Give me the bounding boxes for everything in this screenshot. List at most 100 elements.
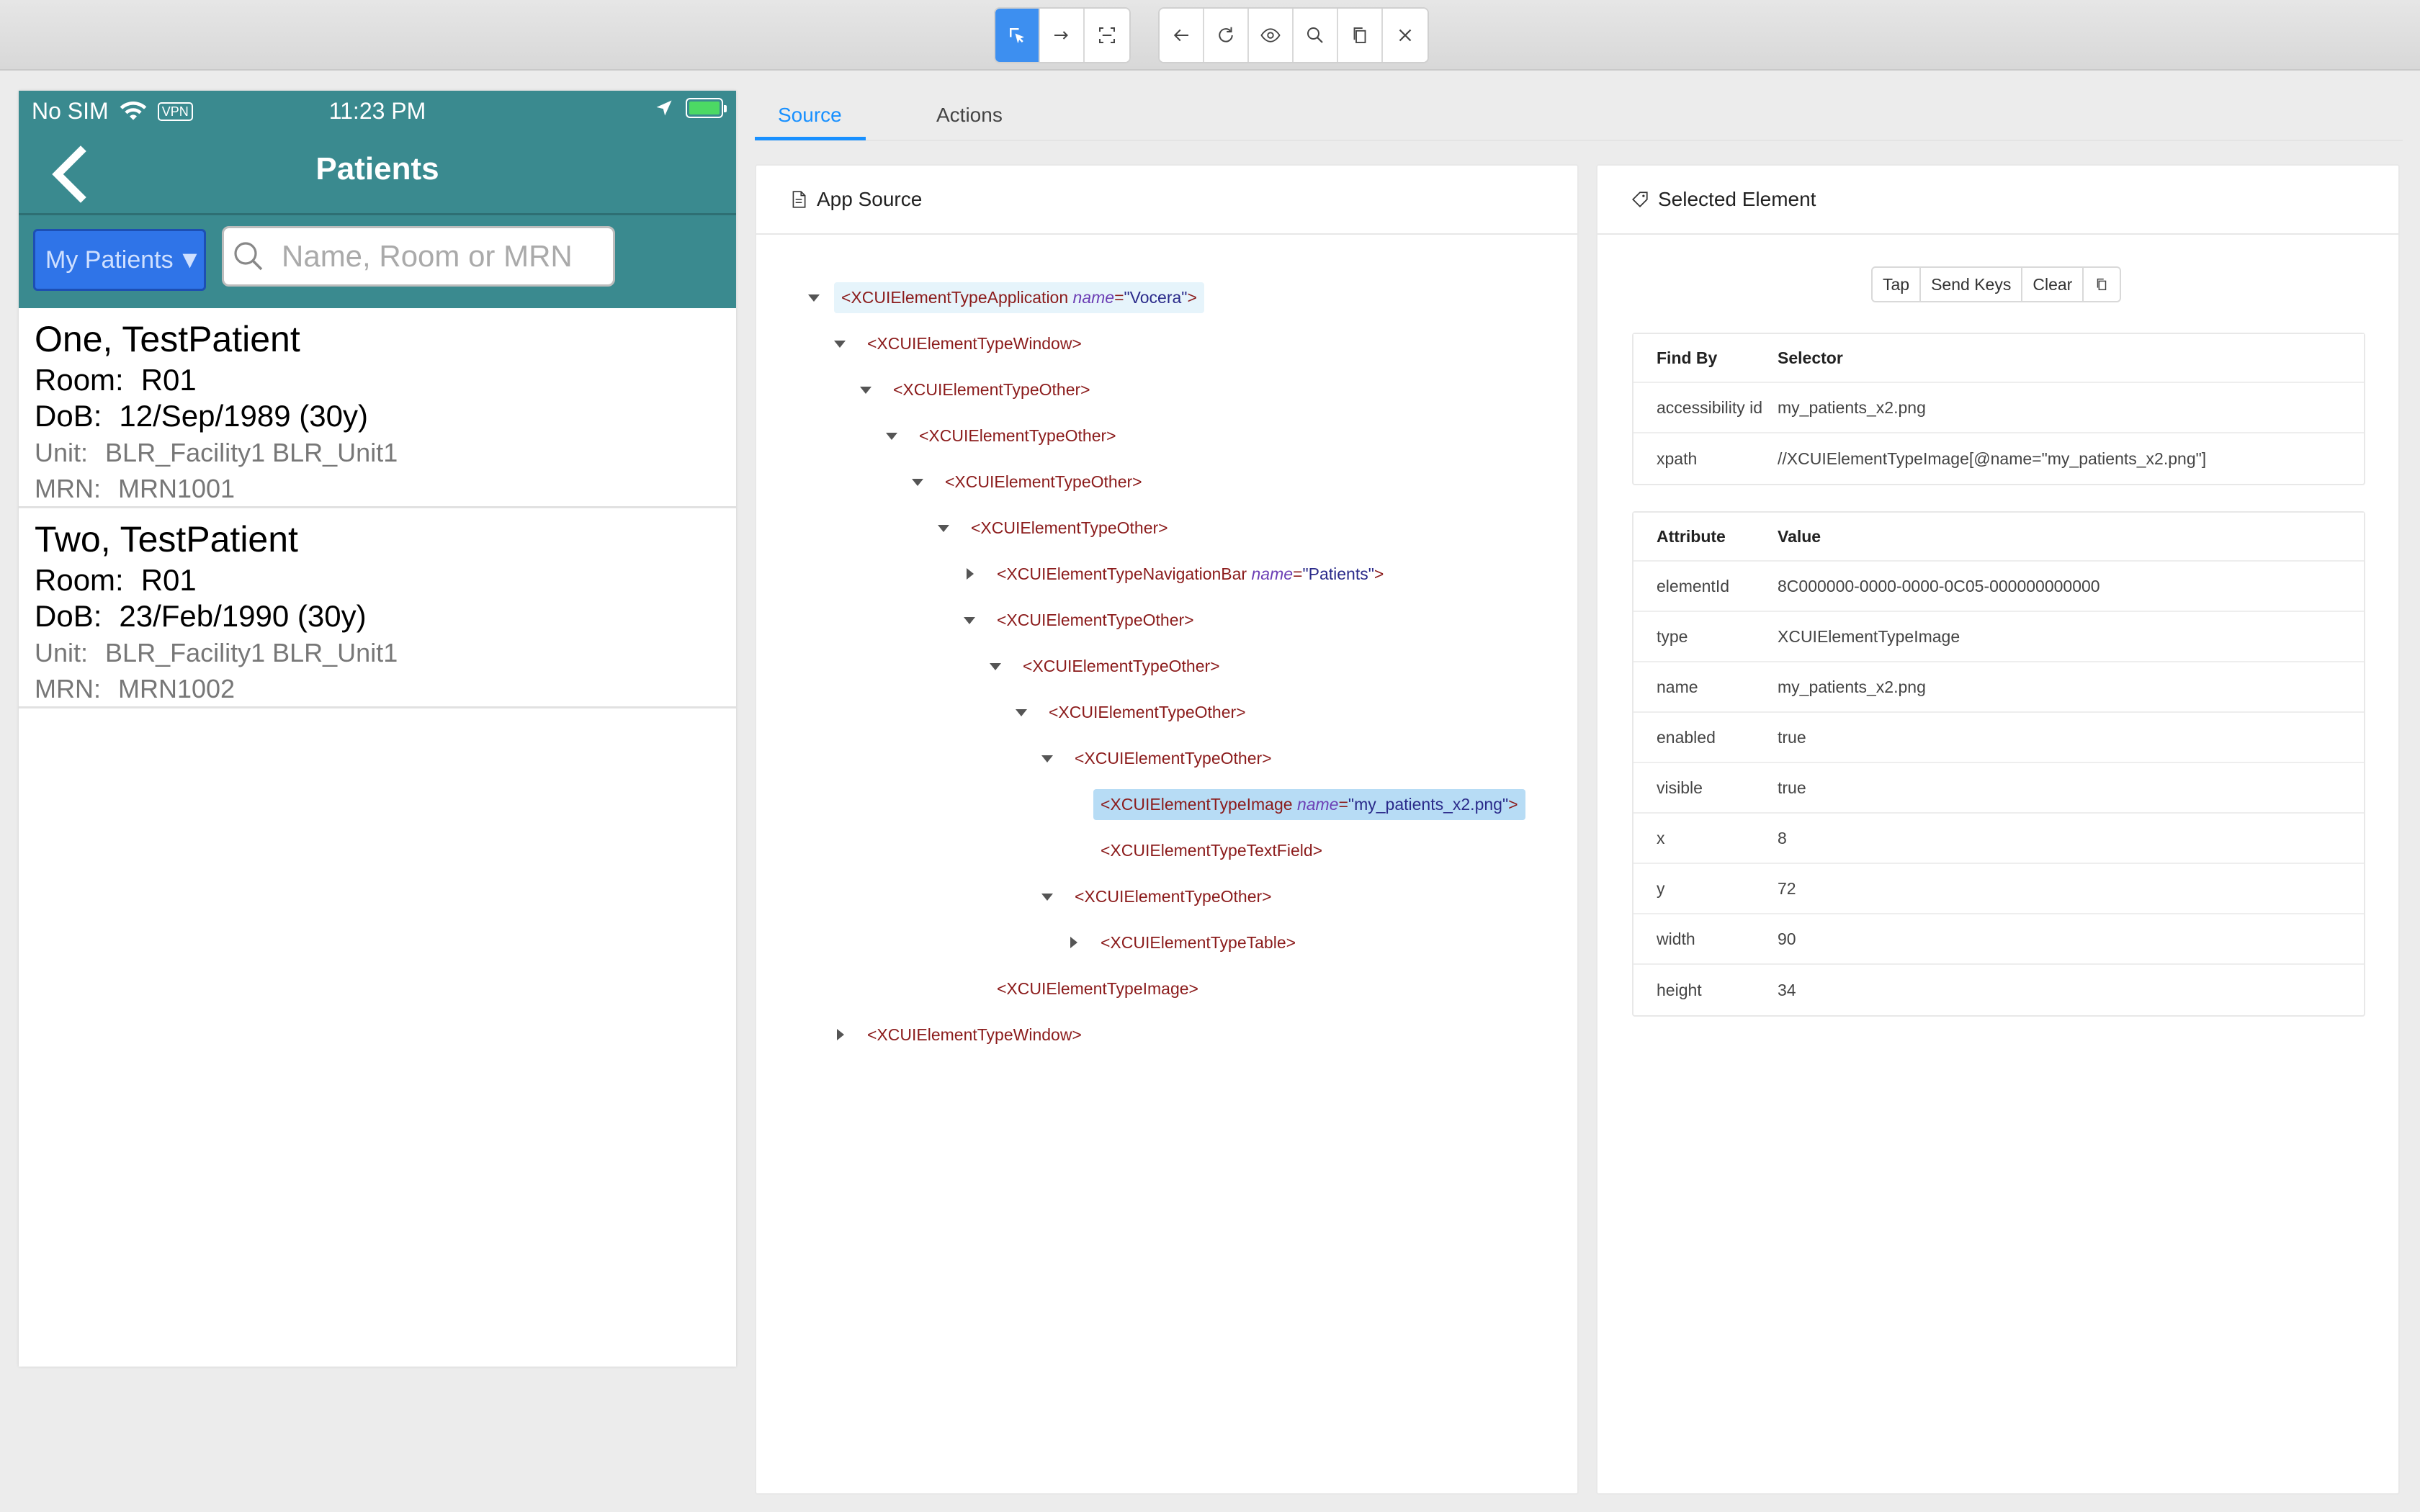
tree-node-label[interactable]: <XCUIElementTypeImage name="my_patients_… <box>1093 788 1525 820</box>
status-time: 11:23 PM <box>328 98 426 124</box>
tree-node[interactable]: <XCUIElementTypeImage name="my_patients_… <box>1067 788 1525 821</box>
selector-value[interactable]: my_patients_x2.png <box>1778 398 1926 418</box>
tree-node-label[interactable]: <XCUIElementTypeOther> <box>1016 651 1227 682</box>
caret-right-icon[interactable] <box>962 567 977 581</box>
attribute-value[interactable]: true <box>1778 728 1806 747</box>
caret-right-icon[interactable] <box>1066 935 1080 950</box>
close-icon <box>1399 29 1412 42</box>
tab-actions[interactable]: Actions <box>936 104 1003 127</box>
attribute-value[interactable]: 34 <box>1778 981 1796 1000</box>
tree-node-label[interactable]: <XCUIElementTypeApplication name="Vocera… <box>834 282 1204 313</box>
attribute-value[interactable]: 90 <box>1778 930 1796 949</box>
tree-node-label[interactable]: <XCUIElementTypeOther> <box>990 605 1201 636</box>
copy-button[interactable] <box>1338 9 1383 62</box>
navigation-bar: Patients <box>19 131 736 215</box>
table-row: accessibility id my_patients_x2.png <box>1634 383 2364 433</box>
tree-node[interactable]: <XCUIElementTypeOther> <box>860 373 1098 406</box>
caret-down-icon[interactable] <box>1040 751 1054 765</box>
caret-down-icon[interactable] <box>936 521 951 535</box>
tree-node-label[interactable]: <XCUIElementTypeWindow> <box>860 328 1089 359</box>
tree-node-label[interactable]: <XCUIElementTypeWindow> <box>860 1020 1089 1050</box>
my-patients-filter-button[interactable]: My Patients ▼ <box>33 229 206 291</box>
clear-button[interactable]: Clear <box>2022 268 2084 301</box>
tree-node-label[interactable]: <XCUIElementTypeNavigationBar name="Pati… <box>990 559 1391 590</box>
tree-node[interactable]: <XCUIElementTypeOther> <box>964 603 1201 636</box>
swipe-button[interactable] <box>1040 9 1085 62</box>
tree-node-label[interactable]: <XCUIElementTypeTextField> <box>1093 835 1330 866</box>
attribute-value[interactable]: 8C000000-0000-0000-0C05-000000000000 <box>1778 577 2100 596</box>
tree-node-label[interactable]: <XCUIElementTypeImage> <box>990 973 1206 1004</box>
attribute-name: height <box>1657 980 1702 999</box>
attribute-value[interactable]: XCUIElementTypeImage <box>1778 627 1960 647</box>
select-element-button[interactable] <box>995 9 1040 62</box>
caret-down-icon[interactable] <box>884 428 899 443</box>
tree-node-label[interactable]: <XCUIElementTypeOther> <box>912 420 1124 451</box>
close-button[interactable] <box>1383 9 1428 62</box>
app-source-header: App Source <box>756 166 1577 235</box>
tree-node[interactable]: <XCUIElementTypeOther> <box>886 419 1124 452</box>
attribute-value[interactable]: 8 <box>1778 829 1787 848</box>
back-button[interactable] <box>1160 9 1204 62</box>
patient-room: Room: R01 <box>35 563 197 597</box>
caret-down-icon[interactable] <box>833 336 847 351</box>
search-icon <box>234 242 263 271</box>
table-row: visible true <box>1634 763 2364 814</box>
copy-attributes-button[interactable] <box>2084 268 2120 301</box>
tree-node[interactable]: <XCUIElementTypeOther> <box>938 511 1175 544</box>
attribute-name: name <box>1657 677 1698 696</box>
caret-down-icon[interactable] <box>910 474 925 489</box>
find-by-strategy: accessibility id <box>1657 397 1762 417</box>
patient-row[interactable]: One, TestPatient Room: R01 DoB: 12/Sep/198… <box>19 308 736 508</box>
patient-search-box[interactable] <box>222 226 615 287</box>
tap-button[interactable]: Tap <box>1873 268 1922 301</box>
caret-down-icon[interactable] <box>988 659 1003 673</box>
patient-row[interactable]: Two, TestPatient Room: R01 DoB: 23/Feb/199… <box>19 508 736 708</box>
caret-right-icon[interactable] <box>833 1027 847 1042</box>
tag-icon <box>1632 192 1648 207</box>
tree-node[interactable]: <XCUIElementTypeOther> <box>1041 742 1279 775</box>
refresh-button[interactable] <box>1204 9 1249 62</box>
tree-node-label[interactable]: <XCUIElementTypeTable> <box>1093 927 1303 958</box>
send-keys-button[interactable]: Send Keys <box>1921 268 2023 301</box>
tree-node[interactable]: <XCUIElementTypeTextField> <box>1067 834 1330 867</box>
caret-down-icon[interactable] <box>962 613 977 627</box>
attribute-value[interactable]: my_patients_x2.png <box>1778 678 1926 697</box>
caret-down-icon[interactable] <box>1014 705 1028 719</box>
tree-node[interactable]: <XCUIElementTypeOther> <box>1041 880 1279 913</box>
tree-node-label[interactable]: <XCUIElementTypeOther> <box>1041 697 1253 728</box>
caret-down-icon[interactable] <box>859 382 873 397</box>
attribute-value[interactable]: true <box>1778 778 1806 798</box>
tree-node[interactable]: <XCUIElementTypeWindow> <box>834 1018 1089 1051</box>
tree-node[interactable]: <XCUIElementTypeTable> <box>1067 926 1303 959</box>
tree-node-label[interactable]: <XCUIElementTypeOther> <box>1067 743 1279 774</box>
tab-source[interactable]: Source <box>778 104 842 127</box>
tree-node[interactable]: <XCUIElementTypeNavigationBar name="Pati… <box>964 557 1391 590</box>
caret-down-icon[interactable] <box>1040 889 1054 904</box>
show-button[interactable] <box>1249 9 1294 62</box>
table-row: height 34 <box>1634 965 2364 1015</box>
tree-node[interactable]: <XCUIElementTypeOther> <box>912 465 1150 498</box>
selector-value[interactable]: //XCUIElementTypeImage[@name="my_patient… <box>1778 449 2206 469</box>
search-button[interactable] <box>1294 9 1338 62</box>
tree-node[interactable]: <XCUIElementTypeImage> <box>964 972 1206 1005</box>
status-bar: No SIM VPN 11:23 PM <box>19 91 736 131</box>
attribute-name: visible <box>1657 778 1703 797</box>
patient-search-input[interactable] <box>282 239 599 274</box>
tree-node-label[interactable]: <XCUIElementTypeOther> <box>938 467 1150 498</box>
element-actions: Tap Send Keys Clear <box>1871 266 2122 302</box>
tree-node[interactable]: <XCUIElementTypeWindow> <box>834 327 1089 360</box>
tree-node[interactable]: <XCUIElementTypeApplication name="Vocera… <box>808 281 1204 314</box>
tree-node-label[interactable]: <XCUIElementTypeOther> <box>964 513 1175 544</box>
tree-node-label[interactable]: <XCUIElementTypeOther> <box>886 374 1098 405</box>
tree-node[interactable]: <XCUIElementTypeOther> <box>1016 696 1253 729</box>
screenshot-region-button[interactable] <box>1085 9 1129 62</box>
copy-icon <box>2097 278 2107 291</box>
tree-node[interactable]: <XCUIElementTypeOther> <box>990 649 1227 683</box>
show-icon <box>1260 28 1281 42</box>
attribute-value[interactable]: 72 <box>1778 879 1796 899</box>
patient-mrn: MRN: MRN1001 <box>35 474 236 503</box>
tree-node-label[interactable]: <XCUIElementTypeOther> <box>1067 881 1279 912</box>
caret-down-icon[interactable] <box>807 290 821 305</box>
back-icon <box>1173 29 1188 42</box>
selector-header: Selector <box>1778 348 1843 367</box>
